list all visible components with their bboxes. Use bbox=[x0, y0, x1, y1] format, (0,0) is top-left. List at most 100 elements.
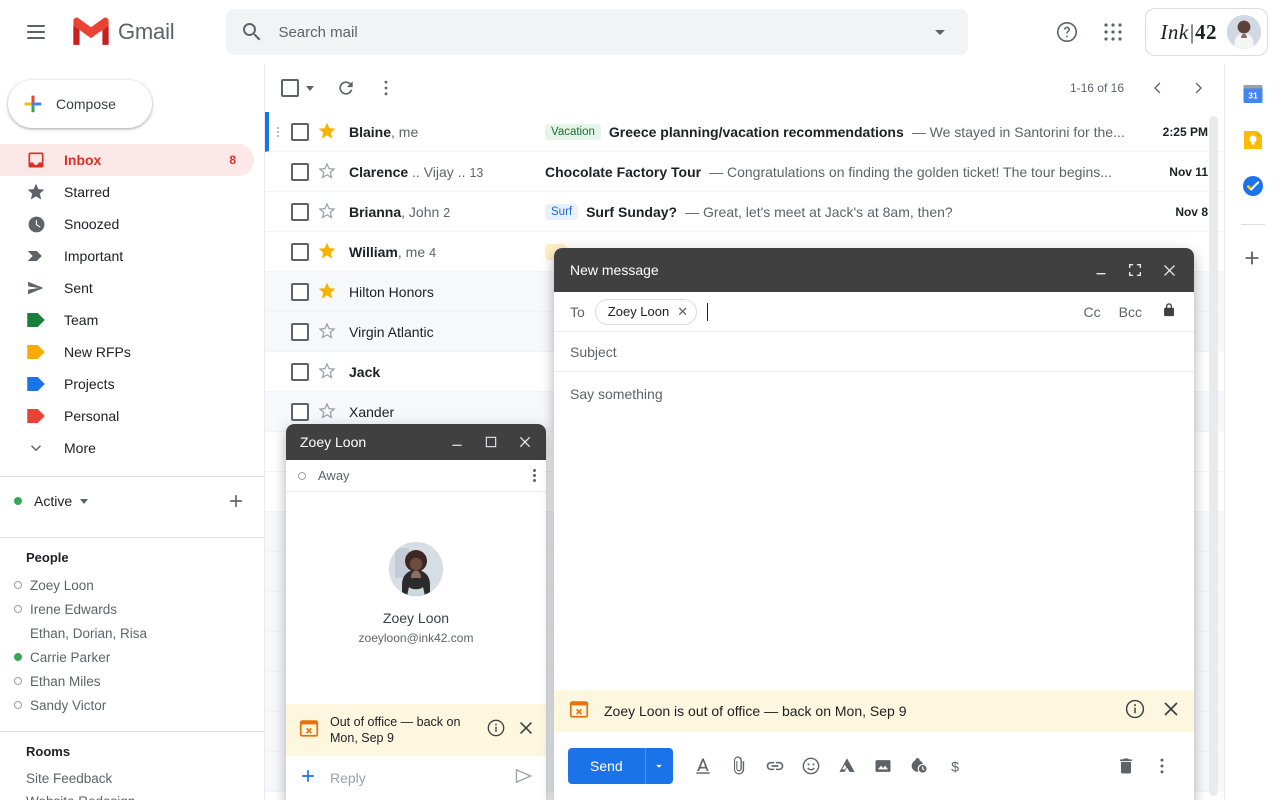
row-checkbox[interactable] bbox=[291, 162, 309, 181]
close-icon[interactable] bbox=[510, 427, 540, 457]
compose-button[interactable]: Compose bbox=[8, 80, 152, 128]
star-icon[interactable] bbox=[317, 161, 339, 183]
chat-person-ethan-miles[interactable]: Ethan Miles bbox=[0, 669, 264, 693]
chat-reply-bar[interactable]: Reply bbox=[286, 756, 546, 800]
recipient-chip[interactable]: Zoey Loon ✕ bbox=[594, 298, 698, 325]
send-button[interactable]: Send bbox=[568, 748, 645, 784]
close-icon[interactable]: ✕ bbox=[677, 304, 688, 320]
subject-input[interactable]: Subject bbox=[570, 344, 617, 360]
add-panel-plus-icon[interactable] bbox=[1241, 247, 1265, 271]
search-input[interactable] bbox=[264, 23, 929, 41]
star-icon[interactable] bbox=[317, 201, 339, 223]
insert-emoji-icon[interactable] bbox=[793, 748, 829, 784]
sidebar-item-inbox[interactable]: Inbox 8 bbox=[0, 144, 254, 176]
sidebar-item-more[interactable]: More bbox=[0, 432, 254, 464]
plus-icon[interactable] bbox=[298, 766, 318, 791]
gmail-logo[interactable]: Gmail bbox=[70, 16, 175, 48]
sidebar-item-team[interactable]: Team bbox=[0, 304, 254, 336]
row-checkbox[interactable] bbox=[291, 322, 309, 341]
chat-window-header[interactable]: Zoey Loon bbox=[286, 424, 546, 460]
insert-money-icon[interactable]: $ bbox=[937, 748, 973, 784]
chat-person-sandy-victor[interactable]: Sandy Victor bbox=[0, 693, 264, 717]
maximize-icon[interactable] bbox=[476, 427, 506, 457]
star-icon[interactable] bbox=[317, 121, 339, 143]
close-icon[interactable] bbox=[516, 718, 536, 743]
format-text-icon[interactable] bbox=[685, 748, 721, 784]
mail-list-scrollbar[interactable] bbox=[1209, 116, 1218, 796]
info-icon[interactable] bbox=[486, 718, 506, 743]
compose-to-row[interactable]: To Zoey Loon ✕ Cc Bcc bbox=[554, 292, 1194, 332]
minimize-icon[interactable] bbox=[1086, 255, 1116, 285]
chat-reply-input[interactable]: Reply bbox=[330, 770, 502, 786]
sidebar-item-snoozed[interactable]: Snoozed bbox=[0, 208, 254, 240]
star-icon[interactable] bbox=[317, 401, 339, 423]
sidebar-item-important[interactable]: Important bbox=[0, 240, 254, 272]
label-chip[interactable]: Vacation bbox=[545, 123, 601, 140]
refresh-icon[interactable] bbox=[328, 70, 364, 106]
row-checkbox[interactable] bbox=[291, 362, 309, 381]
close-icon[interactable] bbox=[1154, 255, 1184, 285]
hangouts-status-row[interactable]: Active bbox=[0, 477, 264, 525]
help-icon[interactable] bbox=[1045, 10, 1089, 54]
chat-group-ethan-dorian-risa[interactable]: Ethan, Dorian, Risa bbox=[0, 621, 264, 645]
room-item-site-feedback[interactable]: Site Feedback bbox=[0, 767, 264, 790]
chevron-right-icon[interactable] bbox=[1180, 70, 1216, 106]
more-vertical-icon[interactable] bbox=[368, 70, 404, 106]
row-checkbox[interactable] bbox=[291, 122, 309, 141]
chevron-down-icon[interactable] bbox=[80, 498, 89, 504]
chat-person-irene-edwards[interactable]: Irene Edwards bbox=[0, 597, 264, 621]
tasks-check-icon[interactable] bbox=[1241, 174, 1265, 198]
search-bar[interactable] bbox=[226, 9, 969, 55]
star-icon[interactable] bbox=[317, 361, 339, 383]
chevron-down-icon[interactable] bbox=[928, 20, 952, 44]
compose-body-input[interactable]: Say something bbox=[554, 372, 1194, 690]
minimize-icon[interactable] bbox=[442, 427, 472, 457]
attach-file-icon[interactable] bbox=[721, 748, 757, 784]
table-row[interactable]: Clarence .. Vijay .. 13 Chocolate Factory… bbox=[265, 152, 1224, 192]
new-conversation-plus-icon[interactable] bbox=[222, 487, 250, 515]
keep-lightbulb-icon[interactable] bbox=[1241, 128, 1265, 152]
trash-icon[interactable] bbox=[1108, 748, 1144, 784]
chat-person-zoey-loon[interactable]: Zoey Loon bbox=[0, 573, 264, 597]
calendar-icon[interactable]: 31 bbox=[1241, 82, 1265, 106]
main-menu-icon[interactable] bbox=[12, 8, 60, 56]
row-checkbox[interactable] bbox=[291, 402, 309, 421]
google-drive-icon[interactable] bbox=[829, 748, 865, 784]
cc-button[interactable]: Cc bbox=[1084, 304, 1101, 320]
select-all-checkbox[interactable] bbox=[281, 79, 299, 97]
more-vertical-icon[interactable] bbox=[1144, 748, 1180, 784]
row-checkbox[interactable] bbox=[291, 202, 309, 221]
insert-link-icon[interactable] bbox=[757, 748, 793, 784]
sidebar-item-starred[interactable]: Starred bbox=[0, 176, 254, 208]
more-vertical-icon[interactable] bbox=[533, 469, 536, 482]
star-icon[interactable] bbox=[317, 241, 339, 263]
confidential-mode-icon[interactable] bbox=[901, 748, 937, 784]
drag-handle-icon[interactable] bbox=[271, 126, 285, 137]
table-row[interactable]: Blaine, me Vacation Greece planning/vaca… bbox=[265, 112, 1224, 152]
send-options-chevron-down-icon[interactable] bbox=[644, 748, 673, 784]
star-icon[interactable] bbox=[317, 321, 339, 343]
sidebar-item-personal[interactable]: Personal bbox=[0, 400, 254, 432]
apps-grid-icon[interactable] bbox=[1091, 10, 1135, 54]
row-checkbox[interactable] bbox=[291, 282, 309, 301]
sidebar-item-sent[interactable]: Sent bbox=[0, 272, 254, 304]
close-icon[interactable] bbox=[1160, 698, 1182, 725]
info-icon[interactable] bbox=[1124, 698, 1146, 725]
compose-subject-row[interactable]: Subject bbox=[554, 332, 1194, 372]
chevron-left-icon[interactable] bbox=[1140, 70, 1176, 106]
chat-person-carrie-parker[interactable]: Carrie Parker bbox=[0, 645, 264, 669]
sidebar-item-projects[interactable]: Projects bbox=[0, 368, 254, 400]
star-icon[interactable] bbox=[317, 281, 339, 303]
row-checkbox[interactable] bbox=[291, 242, 309, 261]
avatar[interactable] bbox=[1227, 15, 1261, 49]
send-icon[interactable] bbox=[514, 766, 534, 791]
select-all-chevron-down-icon[interactable] bbox=[306, 85, 314, 91]
sidebar-item-new-rfps[interactable]: New RFPs bbox=[0, 336, 254, 368]
label-chip[interactable]: Surf bbox=[545, 203, 579, 220]
expand-icon[interactable] bbox=[1120, 255, 1150, 285]
room-item-website-redesign[interactable]: Website Redesign bbox=[0, 790, 264, 800]
insert-photo-icon[interactable] bbox=[865, 748, 901, 784]
compose-window-header[interactable]: New message bbox=[554, 248, 1194, 292]
account-brand-pill[interactable]: Ink|42 bbox=[1145, 8, 1268, 56]
table-row[interactable]: Brianna, John 2 Surf Surf Sunday? — Great… bbox=[265, 192, 1224, 232]
